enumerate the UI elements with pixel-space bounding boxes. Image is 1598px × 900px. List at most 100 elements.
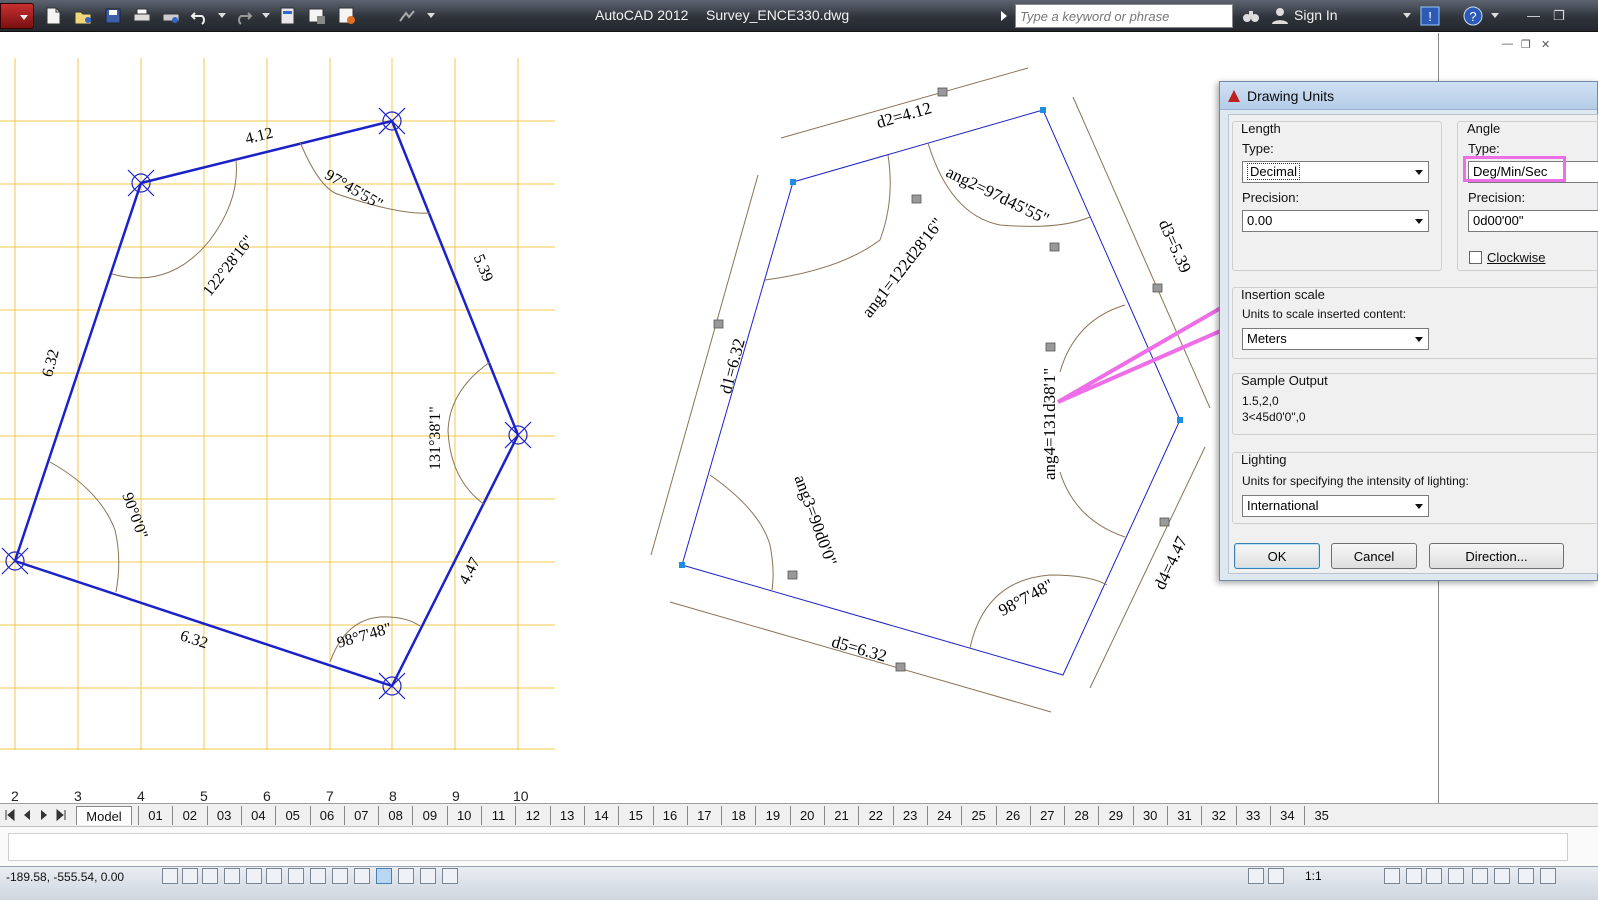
doc-restore-icon[interactable]: ❐ bbox=[1521, 38, 1535, 51]
sheet-set-icon[interactable] bbox=[306, 5, 328, 27]
status-toggle-icon[interactable] bbox=[310, 868, 326, 884]
user-icon[interactable] bbox=[1270, 5, 1290, 27]
new-file-icon[interactable] bbox=[42, 5, 64, 27]
tab-layout[interactable]: 21 bbox=[824, 806, 858, 825]
first-tab-icon[interactable] bbox=[3, 808, 17, 822]
status-toggle-icon[interactable] bbox=[162, 868, 178, 884]
prev-tab-icon[interactable] bbox=[20, 808, 34, 822]
binoculars-icon[interactable] bbox=[1240, 5, 1262, 27]
status-toggle-icon[interactable] bbox=[246, 868, 262, 884]
status-tool-icon[interactable] bbox=[1248, 868, 1264, 884]
tab-layout[interactable]: 12 bbox=[515, 806, 549, 825]
status-toggle-icon[interactable] bbox=[224, 868, 240, 884]
print-icon[interactable] bbox=[131, 5, 153, 27]
tab-layout[interactable]: 08 bbox=[378, 806, 412, 825]
tab-layout[interactable]: 06 bbox=[309, 806, 344, 825]
doc-minimize-icon[interactable]: — bbox=[1502, 38, 1516, 50]
status-toggle-icon[interactable] bbox=[376, 868, 392, 884]
redo-icon[interactable] bbox=[232, 5, 254, 27]
status-toggle-icon[interactable] bbox=[332, 868, 348, 884]
tab-layout[interactable]: 11 bbox=[481, 806, 515, 825]
status-toggle-icon[interactable] bbox=[288, 868, 304, 884]
dialog-title-bar[interactable]: Drawing Units bbox=[1220, 82, 1597, 110]
tab-layout[interactable]: 04 bbox=[240, 806, 275, 825]
undo-dropdown-icon[interactable] bbox=[218, 13, 226, 18]
tab-layout[interactable]: 17 bbox=[686, 806, 721, 825]
status-tool-icon[interactable] bbox=[1426, 868, 1442, 884]
status-toggle-icon[interactable] bbox=[202, 868, 218, 884]
properties-icon[interactable] bbox=[277, 5, 299, 27]
command-input[interactable] bbox=[8, 833, 1568, 861]
tab-layout[interactable]: 27 bbox=[1029, 806, 1064, 825]
status-toggle-icon[interactable] bbox=[398, 868, 414, 884]
status-tool-icon[interactable] bbox=[1406, 868, 1422, 884]
tab-layout[interactable]: 19 bbox=[755, 806, 789, 825]
sign-in-dropdown-icon[interactable] bbox=[1403, 13, 1411, 18]
lighting-units-select[interactable]: International bbox=[1242, 495, 1429, 517]
search-expand-icon[interactable] bbox=[1001, 11, 1007, 21]
tab-layout[interactable]: 20 bbox=[789, 806, 824, 825]
status-toggle-icon[interactable] bbox=[354, 868, 370, 884]
undo-icon[interactable] bbox=[189, 5, 211, 27]
tab-layout[interactable]: 15 bbox=[618, 806, 652, 825]
tab-layout[interactable]: 02 bbox=[172, 806, 206, 825]
tab-layout[interactable]: 23 bbox=[892, 806, 927, 825]
application-menu-button[interactable] bbox=[0, 3, 34, 29]
tab-layout[interactable]: 25 bbox=[961, 806, 995, 825]
help-dropdown-icon[interactable] bbox=[1491, 13, 1499, 18]
tab-layout[interactable]: 03 bbox=[206, 806, 241, 825]
last-tab-icon[interactable] bbox=[54, 808, 68, 822]
direction-button[interactable]: Direction... bbox=[1429, 543, 1564, 569]
tab-layout[interactable]: 07 bbox=[343, 806, 378, 825]
status-toggle-icon[interactable] bbox=[266, 868, 282, 884]
tab-layout[interactable]: 29 bbox=[1098, 806, 1132, 825]
restore-icon[interactable]: ❐ bbox=[1553, 8, 1565, 24]
tab-layout[interactable]: 14 bbox=[583, 806, 618, 825]
tab-layout[interactable]: 10 bbox=[446, 806, 481, 825]
save-icon[interactable] bbox=[102, 5, 124, 27]
tab-layout[interactable]: 30 bbox=[1132, 806, 1167, 825]
tab-layout[interactable]: 35 bbox=[1304, 806, 1338, 825]
status-toggle-icon[interactable] bbox=[442, 868, 458, 884]
customize-dropdown-icon[interactable] bbox=[427, 13, 435, 18]
tab-layout[interactable]: 13 bbox=[549, 806, 584, 825]
status-tool-icon[interactable] bbox=[1540, 868, 1556, 884]
tab-layout[interactable]: 32 bbox=[1201, 806, 1235, 825]
tab-layout[interactable]: 22 bbox=[858, 806, 892, 825]
command-line[interactable] bbox=[0, 826, 1598, 866]
tab-layout[interactable]: 33 bbox=[1235, 806, 1270, 825]
next-tab-icon[interactable] bbox=[37, 808, 51, 822]
exchange-icon[interactable]: ! bbox=[1420, 5, 1440, 27]
tab-layout[interactable]: 31 bbox=[1167, 806, 1201, 825]
tab-layout[interactable]: 16 bbox=[652, 806, 687, 825]
ok-button[interactable]: OK bbox=[1234, 543, 1320, 569]
status-tool-icon[interactable] bbox=[1494, 868, 1510, 884]
tab-layout[interactable]: 28 bbox=[1064, 806, 1098, 825]
search-input[interactable]: Type a keyword or phrase bbox=[1015, 4, 1233, 28]
status-tool-icon[interactable] bbox=[1448, 868, 1464, 884]
clockwise-checkbox[interactable] bbox=[1469, 251, 1482, 264]
tab-layout[interactable]: 18 bbox=[721, 806, 755, 825]
tab-layout[interactable]: 09 bbox=[412, 806, 446, 825]
status-tool-icon[interactable] bbox=[1384, 868, 1400, 884]
tab-layout[interactable]: 24 bbox=[926, 806, 961, 825]
status-toggle-icon[interactable] bbox=[420, 868, 436, 884]
annotation-scale[interactable]: 1:1 bbox=[1305, 869, 1322, 883]
clockwise-label[interactable]: Clockwise bbox=[1487, 250, 1546, 265]
sign-in-link[interactable]: Sign In bbox=[1294, 7, 1338, 23]
tab-layout[interactable]: 34 bbox=[1269, 806, 1304, 825]
status-tool-icon[interactable] bbox=[1268, 868, 1284, 884]
insertion-units-select[interactable]: Meters bbox=[1242, 328, 1429, 350]
markup-icon[interactable] bbox=[336, 5, 358, 27]
plot-icon[interactable] bbox=[160, 5, 182, 27]
status-tool-icon[interactable] bbox=[1472, 868, 1488, 884]
redo-dropdown-icon[interactable] bbox=[262, 13, 270, 18]
tab-layout[interactable]: 26 bbox=[995, 806, 1030, 825]
doc-close-icon[interactable]: ✕ bbox=[1541, 38, 1555, 51]
tab-layout[interactable]: 05 bbox=[275, 806, 309, 825]
help-icon[interactable]: ? bbox=[1462, 5, 1484, 27]
cancel-button[interactable]: Cancel bbox=[1331, 543, 1417, 569]
tab-model[interactable]: Model bbox=[76, 806, 132, 825]
angle-precision-select[interactable]: 0d00'00" bbox=[1468, 210, 1598, 232]
status-tool-icon[interactable] bbox=[1518, 868, 1534, 884]
